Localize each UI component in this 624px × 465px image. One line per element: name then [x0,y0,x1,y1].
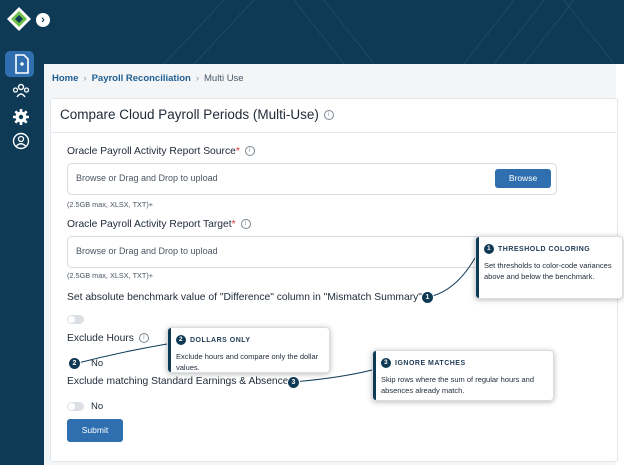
callout-ignore-matches: 3 IGNORE MATCHES Skip rows where the sum … [372,350,554,401]
callout-marker-1: 1 [421,291,434,304]
callout-marker-2: 2 [68,357,81,370]
callout-marker-3: 3 [287,376,300,389]
callout-dollars-only: 2 DOLLARS ONLY Exclude hours and compare … [167,327,330,373]
callout-threshold-coloring: 1 THRESHOLD COLORING Set thresholds to co… [475,236,623,299]
